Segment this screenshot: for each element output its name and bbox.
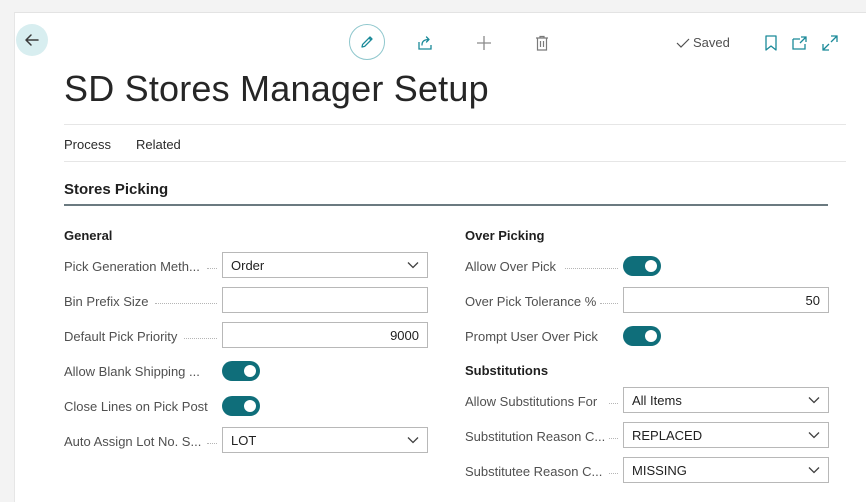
field-dots — [207, 443, 217, 444]
field-dots — [155, 303, 217, 304]
field-dots — [207, 268, 217, 269]
over-pick-tolerance-input[interactable]: 50 — [623, 287, 829, 313]
allow-substitutions-for-label: Allow Substitutions For — [465, 394, 598, 409]
allow-blank-shipping-toggle[interactable] — [222, 361, 260, 381]
bookmark-icon — [765, 35, 777, 51]
auto-assign-lot-value: LOT — [231, 432, 257, 448]
default-pick-priority-label: Default Pick Priority — [64, 329, 178, 344]
prompt-user-over-pick-label: Prompt User Over Pick — [465, 329, 598, 344]
auto-assign-lot-label: Auto Assign Lot No. S... — [64, 434, 202, 449]
group-over-picking-title: Over Picking — [465, 228, 545, 243]
open-in-new-window-icon — [792, 36, 807, 50]
expand-icon — [822, 35, 838, 51]
checkmark-icon — [676, 38, 690, 48]
bin-prefix-size-input[interactable] — [222, 287, 428, 313]
expand-button[interactable] — [820, 33, 840, 53]
default-pick-priority-value: 9000 — [390, 327, 419, 343]
over-pick-tolerance-label: Over Pick Tolerance % — [465, 294, 597, 309]
close-lines-on-pick-post-toggle[interactable] — [222, 396, 260, 416]
share-icon — [418, 36, 432, 50]
field-dots — [184, 338, 217, 339]
close-lines-on-pick-post-label: Close Lines on Pick Post — [64, 399, 208, 414]
section-rule — [64, 204, 828, 206]
toggle-knob — [244, 400, 256, 412]
bin-prefix-size-label: Bin Prefix Size — [64, 294, 149, 309]
substitution-reason-code-label: Substitution Reason C... — [465, 429, 606, 444]
trash-icon — [536, 35, 548, 51]
edit-button[interactable] — [349, 24, 385, 60]
field-dots — [600, 303, 618, 304]
plus-icon — [477, 36, 491, 50]
action-related[interactable]: Related — [136, 137, 181, 152]
auto-assign-lot-select[interactable]: LOT — [222, 427, 428, 453]
group-general-title: General — [64, 228, 113, 243]
arrow-left-icon — [25, 34, 39, 46]
action-process[interactable]: Process — [64, 137, 111, 152]
substitution-reason-code-value: REPLACED — [632, 427, 703, 443]
toggle-knob — [244, 365, 256, 377]
pencil-icon — [361, 36, 373, 48]
chevron-down-icon — [808, 397, 820, 404]
saved-label: Saved — [693, 35, 730, 50]
substitutee-reason-code-value: MISSING — [632, 462, 687, 478]
allow-over-pick-toggle[interactable] — [623, 256, 661, 276]
chevron-down-icon — [808, 432, 820, 439]
chevron-down-icon — [407, 262, 419, 269]
chevron-down-icon — [808, 467, 820, 474]
over-pick-tolerance-value: 50 — [805, 292, 820, 308]
field-dots — [565, 268, 618, 269]
delete-button[interactable] — [531, 32, 553, 54]
field-dots — [609, 473, 618, 474]
actionbar-divider — [64, 161, 846, 162]
share-button[interactable] — [414, 32, 436, 54]
default-pick-priority-input[interactable]: 9000 — [222, 322, 428, 348]
toggle-knob — [645, 330, 657, 342]
pick-generation-method-select[interactable]: Order — [222, 252, 428, 278]
toggle-knob — [645, 260, 657, 272]
group-substitutions-title: Substitutions — [465, 363, 549, 378]
pick-generation-method-value: Order — [231, 257, 265, 273]
allow-substitutions-for-value: All Items — [632, 392, 682, 408]
saved-status: Saved — [676, 35, 730, 50]
back-button[interactable] — [16, 24, 48, 56]
action-bar: Process Related — [64, 137, 181, 152]
allow-over-pick-label: Allow Over Pick — [465, 259, 557, 274]
allow-blank-shipping-label: Allow Blank Shipping ... — [64, 364, 200, 379]
prompt-user-over-pick-toggle[interactable] — [623, 326, 661, 346]
allow-substitutions-for-select[interactable]: All Items — [623, 387, 829, 413]
substitution-reason-code-select[interactable]: REPLACED — [623, 422, 829, 448]
section-title[interactable]: Stores Picking — [64, 181, 168, 198]
substitutee-reason-code-label: Substitutee Reason C... — [465, 464, 603, 479]
field-dots — [609, 438, 618, 439]
substitutee-reason-code-select[interactable]: MISSING — [623, 457, 829, 483]
title-divider — [64, 124, 846, 125]
page-title: SD Stores Manager Setup — [64, 68, 489, 109]
pick-generation-method-label: Pick Generation Meth... — [64, 259, 200, 274]
new-button[interactable] — [473, 32, 495, 54]
field-dots — [609, 403, 618, 404]
open-new-window-button[interactable] — [790, 33, 810, 53]
bookmark-button[interactable] — [762, 33, 780, 53]
chevron-down-icon — [407, 437, 419, 444]
